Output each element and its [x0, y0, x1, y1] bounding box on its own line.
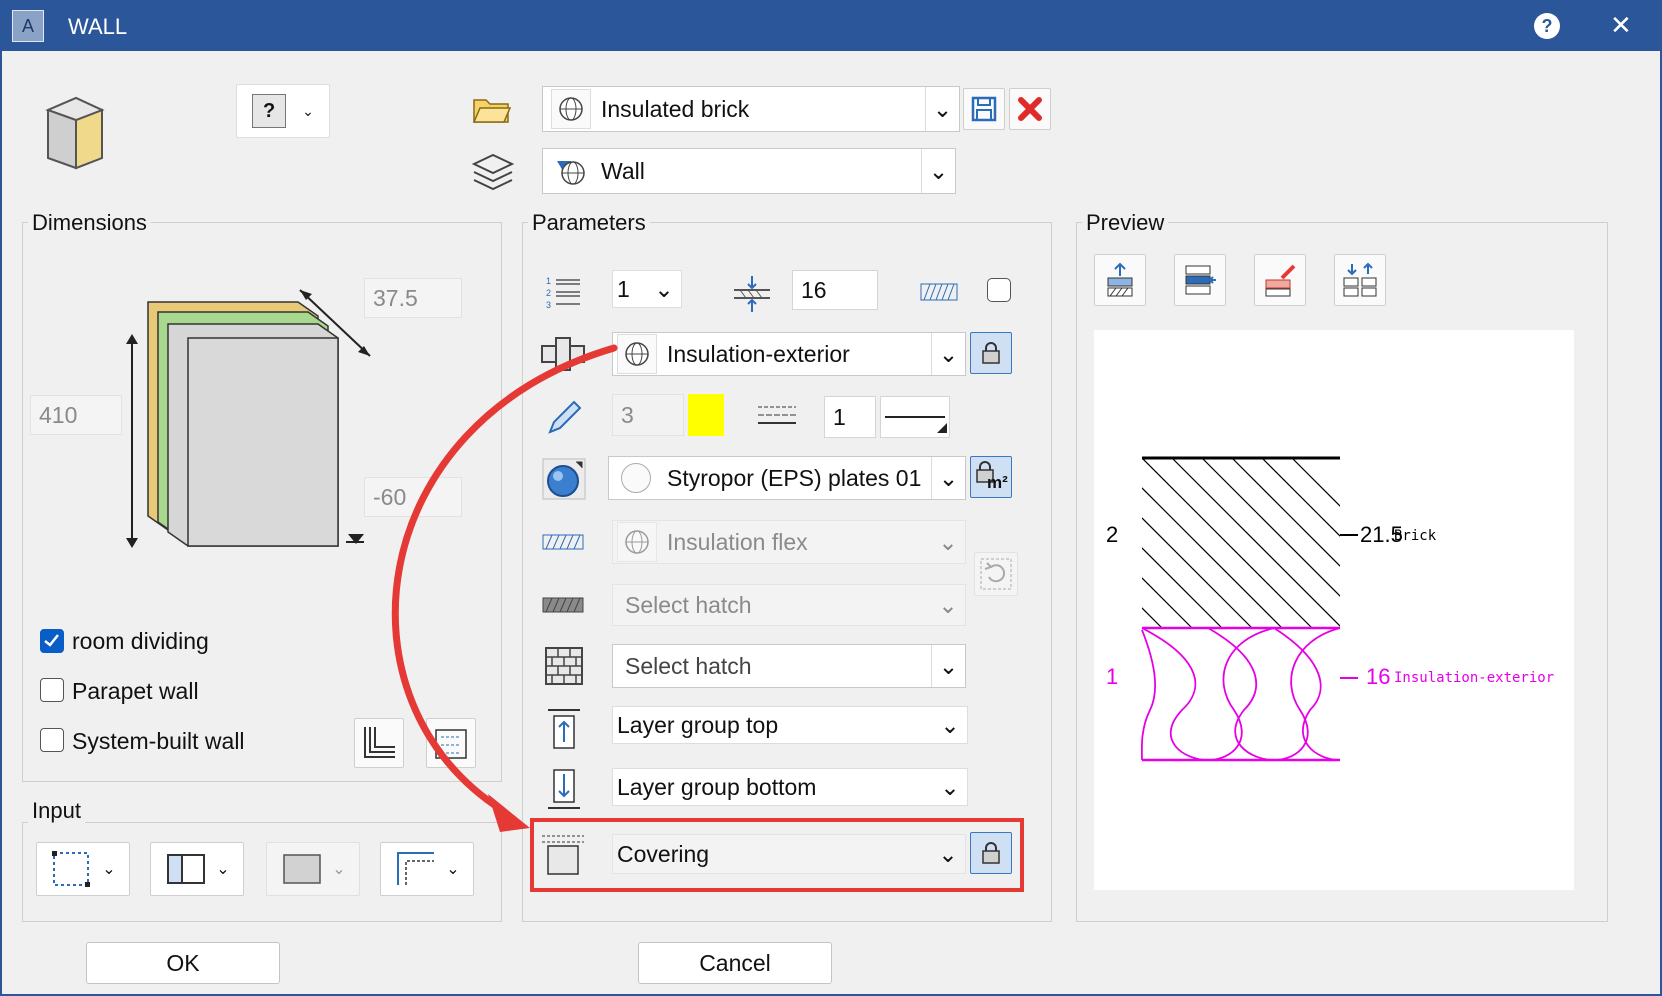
eraser-icon [1265, 264, 1296, 297]
preview-delete-layer-button[interactable] [1254, 254, 1306, 306]
preview-layer-1-thickness: 16 [1366, 664, 1391, 689]
preview-layer-2-index: 2 [1106, 522, 1119, 547]
preview-move-up-button[interactable] [1094, 254, 1146, 306]
ok-button[interactable]: OK [86, 942, 280, 984]
preview-layer-1-index: 1 [1106, 664, 1119, 689]
preview-canvas: 2 21.5 Brick 1 16 Insulation-exterior [1094, 330, 1574, 890]
wall-dialog: A WALL ? ✕ ? ⌄ Insulated brick ⌄ Wall ⌄ … [0, 0, 1662, 996]
preview-layer-1-name: Insulation-exterior [1394, 670, 1555, 686]
preview-layer-2-name: Brick [1394, 528, 1437, 544]
preview-swap-button[interactable] [1334, 254, 1386, 306]
cancel-button[interactable]: Cancel [638, 942, 832, 984]
layer-insert-icon [1185, 265, 1216, 295]
swap-layers-icon [1343, 262, 1377, 297]
preview-title: Preview [1082, 210, 1169, 236]
layer-up-icon [1107, 262, 1133, 297]
preview-insert-button[interactable] [1174, 254, 1226, 306]
